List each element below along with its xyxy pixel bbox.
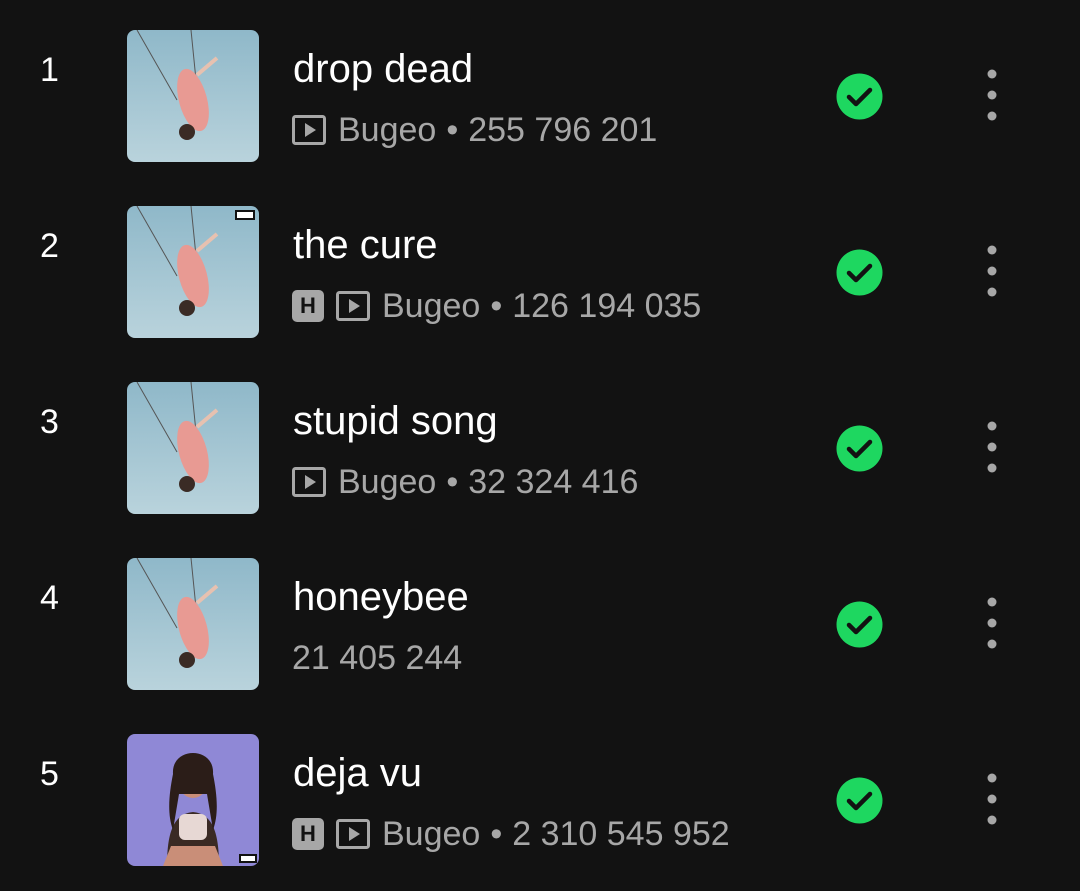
- more-vertical-icon[interactable]: [972, 770, 1012, 830]
- track-artist[interactable]: Bugeo: [382, 287, 480, 326]
- meta-separator: •: [490, 814, 503, 853]
- track-plays: 2 310 545 952: [512, 814, 730, 853]
- more-vertical-icon[interactable]: [972, 594, 1012, 654]
- video-play-icon: [336, 291, 370, 321]
- track-index: 1: [40, 51, 59, 89]
- explicit-badge-icon: H: [292, 818, 324, 850]
- track-title: the cure: [293, 223, 438, 267]
- track-meta: Bugeo • 32 324 416: [292, 460, 638, 504]
- track-plays: 255 796 201: [468, 110, 658, 149]
- video-play-icon: [336, 819, 370, 849]
- track-meta: H Bugeo • 2 310 545 952: [292, 812, 730, 856]
- track-list: 1 drop dead Bugeo • 255 796 201 2 the cu…: [0, 0, 1080, 891]
- track-title: honeybee: [293, 575, 469, 619]
- track-meta: H Bugeo • 126 194 035: [292, 284, 701, 328]
- meta-separator: •: [446, 110, 459, 149]
- track-row-1[interactable]: 1 drop dead Bugeo • 255 796 201: [0, 0, 1080, 162]
- album-cover: [127, 30, 259, 162]
- track-plays: 126 194 035: [512, 286, 702, 325]
- track-plays: 32 324 416: [468, 462, 639, 501]
- check-circle-icon[interactable]: [836, 425, 883, 472]
- explicit-badge-icon: H: [292, 290, 324, 322]
- meta-separator: •: [490, 286, 503, 325]
- track-artist[interactable]: Bugeo: [338, 463, 436, 502]
- track-artist[interactable]: Bugeo: [338, 111, 436, 150]
- track-index: 5: [40, 755, 59, 793]
- more-vertical-icon[interactable]: [972, 418, 1012, 478]
- album-cover: [127, 734, 259, 866]
- track-index: 3: [40, 403, 59, 441]
- track-plays: 21 405 244: [292, 638, 463, 677]
- check-circle-icon[interactable]: [836, 249, 883, 296]
- album-cover: [127, 558, 259, 690]
- track-title: stupid song: [293, 399, 498, 443]
- track-meta: 21 405 244: [292, 636, 462, 680]
- track-meta: Bugeo • 255 796 201: [292, 108, 657, 152]
- track-index: 2: [40, 227, 59, 265]
- check-circle-icon[interactable]: [836, 601, 883, 648]
- track-index: 4: [40, 579, 59, 617]
- track-artist[interactable]: Bugeo: [382, 815, 480, 854]
- track-row-3[interactable]: 3 stupid song Bugeo • 32 324 416: [0, 352, 1080, 514]
- track-row-5[interactable]: 5 deja vu H Bugeo • 2 310 545 952: [0, 704, 1080, 866]
- album-cover: [127, 206, 259, 338]
- video-play-icon: [292, 115, 326, 145]
- video-play-icon: [292, 467, 326, 497]
- check-circle-icon[interactable]: [836, 73, 883, 120]
- more-vertical-icon[interactable]: [972, 242, 1012, 302]
- album-cover: [127, 382, 259, 514]
- track-title: deja vu: [293, 751, 422, 795]
- track-row-4[interactable]: 4 honeybee 21 405 244: [0, 528, 1080, 690]
- check-circle-icon[interactable]: [836, 777, 883, 824]
- track-title: drop dead: [293, 47, 474, 91]
- meta-separator: •: [446, 462, 459, 501]
- more-vertical-icon[interactable]: [972, 66, 1012, 126]
- track-row-2[interactable]: 2 the cure H Bugeo • 126 194 035: [0, 176, 1080, 338]
